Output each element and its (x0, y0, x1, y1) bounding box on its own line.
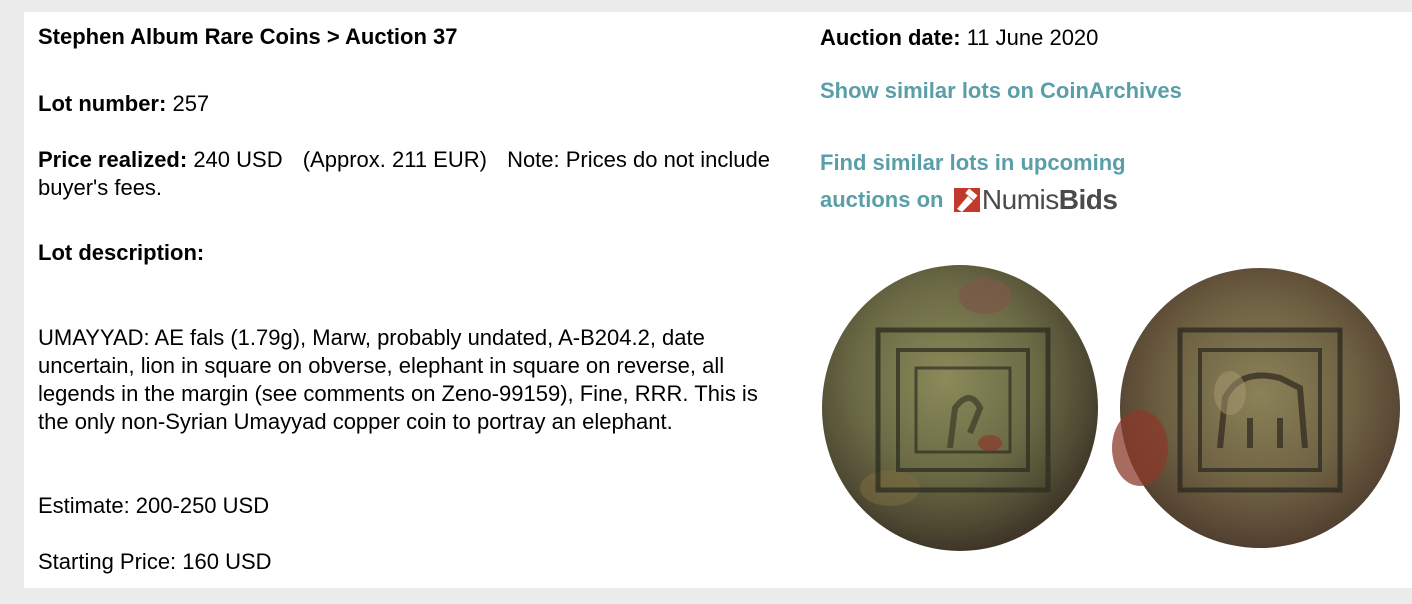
lot-number: Lot number: 257 (38, 90, 209, 118)
starting-price: Starting Price: 160 USD (38, 549, 272, 574)
lot-number-label: Lot number: (38, 91, 167, 116)
auction-date-label: Auction date: (820, 25, 961, 50)
numisbids-link[interactable]: Find similar lots in upcoming auctions o… (820, 146, 1220, 220)
coin-reverse (1112, 268, 1400, 548)
lot-description-text: UMAYYAD: AE fals (1.79g), Marw, probably… (38, 325, 758, 434)
numisbids-logo[interactable]: NumisBids (953, 183, 1118, 217)
lot-description-heading: Lot description: (38, 240, 205, 265)
numisbids-logo-text: NumisBids (982, 183, 1118, 217)
coinarchives-link[interactable]: Show similar lots on CoinArchives (820, 78, 1182, 104)
coin-image[interactable] (820, 258, 1410, 558)
auction-date: Auction date: 11 June 2020 (820, 24, 1098, 52)
auction-date-value: 11 June 2020 (966, 25, 1099, 50)
numisbids-logo-icon (953, 187, 980, 212)
lot-panel: Stephen Album Rare Coins > Auction 37 Lo… (24, 12, 1412, 588)
price-realized-label: Price realized: (38, 147, 188, 172)
price-approx: (Approx. 211 EUR) (302, 147, 487, 172)
price-realized: Price realized: 240 USD (Approx. 211 EUR… (38, 146, 778, 202)
breadcrumb[interactable]: Stephen Album Rare Coins > Auction 37 (38, 24, 458, 50)
coin-obverse (822, 265, 1098, 551)
numisbids-logo-bids: Bids (1058, 183, 1118, 215)
numisbids-logo-numis: Numis (981, 183, 1059, 215)
estimate: Estimate: 200-250 USD (38, 493, 270, 518)
price-realized-value: 240 USD (193, 147, 283, 172)
lot-number-value: 257 (172, 91, 210, 116)
